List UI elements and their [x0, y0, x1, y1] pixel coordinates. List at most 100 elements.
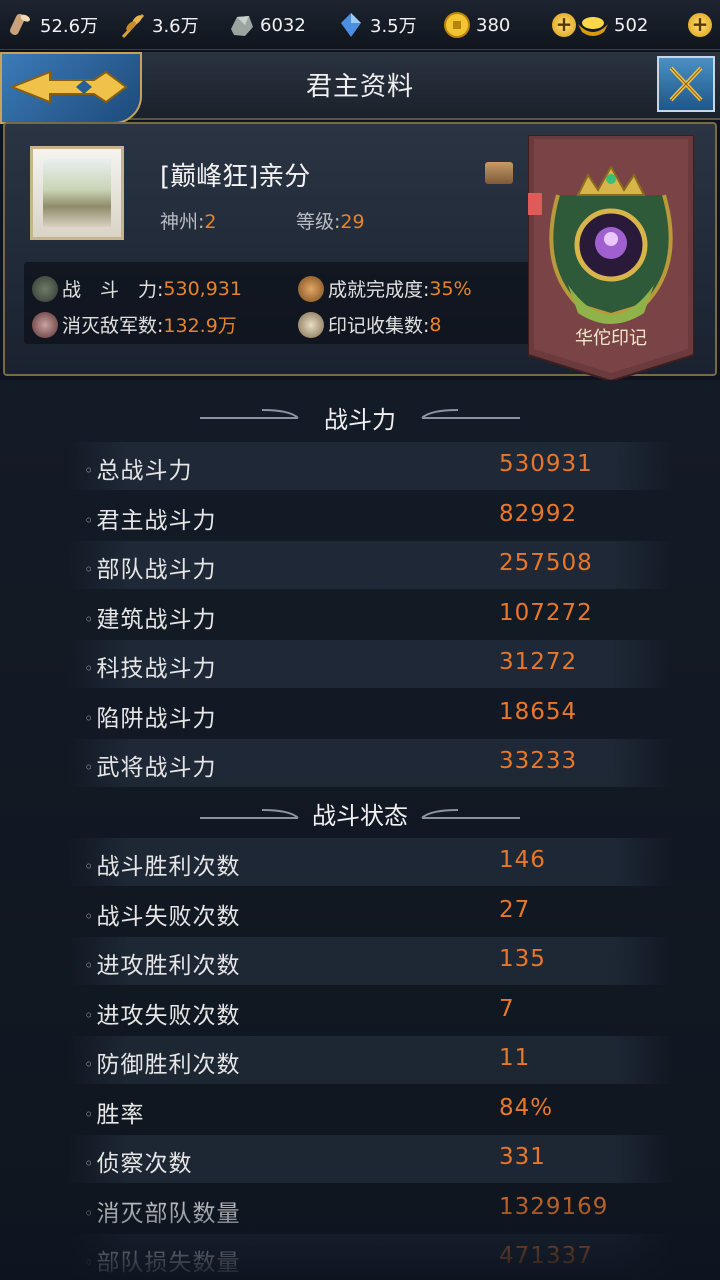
food-icon: [118, 10, 148, 40]
resource-bar: 52.6万 3.6万 6032 3.5万 380 + 502 +: [0, 0, 720, 50]
lord-name: [巅峰狂]亲分: [160, 162, 311, 192]
back-button[interactable]: [0, 52, 142, 124]
stat-label: 建筑战斗力: [84, 600, 216, 634]
stat-label: 科技战斗力: [84, 649, 216, 683]
add-resource[interactable]: +: [688, 0, 712, 50]
kills-value: 132.9万: [163, 315, 237, 337]
region-label: 神州:: [160, 211, 205, 233]
resource-gold-ingot[interactable]: + 502: [552, 0, 648, 50]
seals-value: 8: [429, 313, 442, 336]
resource-value: 3.5万: [370, 16, 417, 37]
resource-wood[interactable]: 52.6万: [6, 0, 98, 50]
stat-row: 部队战斗力 257508: [68, 541, 674, 589]
stat-value: 146: [499, 847, 546, 873]
stat-value: 82992: [499, 500, 578, 527]
stat-label: 胜率: [84, 1095, 144, 1129]
stat-value: 11: [499, 1045, 531, 1071]
resource-stone[interactable]: 6032: [226, 0, 306, 50]
region-value: 2: [204, 211, 217, 233]
achievement-stat: 成就完成度: 35%: [298, 275, 472, 302]
stat-value: 84%: [499, 1094, 554, 1121]
add-gold-button[interactable]: +: [552, 13, 576, 37]
helmet-icon: [32, 311, 58, 338]
power-value: 530,931: [163, 277, 242, 300]
achievement-medal-icon: [298, 275, 324, 302]
stat-row: 武将战斗力 33233: [68, 739, 674, 787]
stat-value: 107272: [499, 599, 593, 626]
level-label: 等级:: [296, 211, 341, 233]
stat-label: 战斗胜利次数: [84, 847, 240, 881]
stat-label: 陷阱战斗力: [84, 699, 216, 733]
seals-stat: 印记收集数: 8: [298, 311, 442, 338]
stat-row: 总战斗力 530931: [68, 442, 674, 490]
add-resource-button[interactable]: +: [688, 13, 712, 37]
resource-value: 380: [476, 14, 511, 36]
stat-label: 进攻胜利次数: [84, 946, 240, 980]
stat-value: 331: [499, 1144, 546, 1170]
edit-icon[interactable]: [485, 162, 513, 184]
stat-row: 战斗胜利次数 146: [68, 838, 674, 886]
scroll-fade: [0, 1180, 720, 1280]
emblem-label: 华佗印记: [575, 328, 647, 349]
stat-value: 257508: [499, 550, 593, 576]
close-button[interactable]: [657, 56, 715, 112]
resource-value: 6032: [260, 14, 306, 36]
stat-label: 部队战斗力: [84, 550, 216, 584]
section-battle-header: 战斗状态: [0, 786, 720, 836]
stat-value: 27: [499, 896, 531, 923]
stone-icon: [226, 10, 256, 40]
achievement-value: 35%: [429, 277, 472, 300]
stat-label: 武将战斗力: [84, 748, 216, 782]
avatar[interactable]: [30, 146, 124, 240]
power-label: 战 斗 力:: [62, 279, 164, 301]
stat-label: 战斗失败次数: [84, 897, 240, 931]
power-stat: 战 斗 力: 530,931: [32, 275, 242, 302]
stat-label: 总战斗力: [84, 451, 192, 485]
stat-value: 7: [499, 995, 515, 1022]
resource-value: 3.6万: [152, 16, 199, 37]
stat-value: 31272: [499, 649, 578, 675]
stat-row: 建筑战斗力 107272: [68, 591, 674, 639]
crystal-icon: [336, 10, 366, 40]
stat-value: 530931: [499, 451, 593, 477]
wood-icon: [6, 10, 36, 40]
close-icon: [669, 66, 703, 102]
stat-value: 33233: [499, 748, 578, 774]
kills-stat: 消灭敌军数: 132.9万: [32, 311, 237, 338]
stat-row: 陷阱战斗力 18654: [68, 690, 674, 738]
stat-label: 侦察次数: [84, 1144, 192, 1178]
stat-value: 18654: [499, 698, 578, 725]
stat-row: 战斗失败次数 27: [68, 888, 674, 936]
stat-row: 科技战斗力 31272: [68, 640, 674, 688]
achievement-label: 成就完成度:: [328, 279, 430, 301]
gold-ingot-icon: [576, 10, 610, 40]
level-value: 29: [340, 211, 365, 233]
stat-row: 君主战斗力 82992: [68, 492, 674, 540]
stat-row: 胜率 84%: [68, 1086, 674, 1134]
kills-label: 消灭敌军数:: [62, 315, 164, 337]
stat-row: 防御胜利次数 11: [68, 1036, 674, 1084]
stat-value: 135: [499, 946, 546, 972]
coin-icon: [442, 10, 472, 40]
section-power-header: 战斗力: [0, 390, 720, 440]
resource-coin[interactable]: 380: [442, 0, 510, 50]
crossed-swords-icon: [32, 275, 58, 302]
stat-label: 防御胜利次数: [84, 1045, 240, 1079]
region-info: 神州:2: [160, 207, 217, 234]
stat-label: 进攻失败次数: [84, 996, 240, 1030]
section-battle-title: 战斗状态: [312, 802, 408, 830]
resource-crystal[interactable]: 3.5万: [336, 0, 417, 50]
avatar-photo: [43, 159, 111, 227]
back-arrow-icon: [9, 70, 128, 104]
stat-row: 侦察次数 331: [68, 1135, 674, 1183]
stat-row: 进攻胜利次数 135: [68, 937, 674, 985]
stat-label: 君主战斗力: [84, 501, 216, 535]
resource-food[interactable]: 3.6万: [118, 0, 199, 50]
resource-value: 502: [614, 14, 649, 36]
seal-icon: [298, 311, 324, 338]
level-info: 等级:29: [296, 207, 365, 234]
section-power-title: 战斗力: [324, 406, 396, 434]
seals-label: 印记收集数:: [328, 315, 430, 337]
resource-value: 52.6万: [40, 16, 99, 37]
stat-row: 进攻失败次数 7: [68, 987, 674, 1035]
